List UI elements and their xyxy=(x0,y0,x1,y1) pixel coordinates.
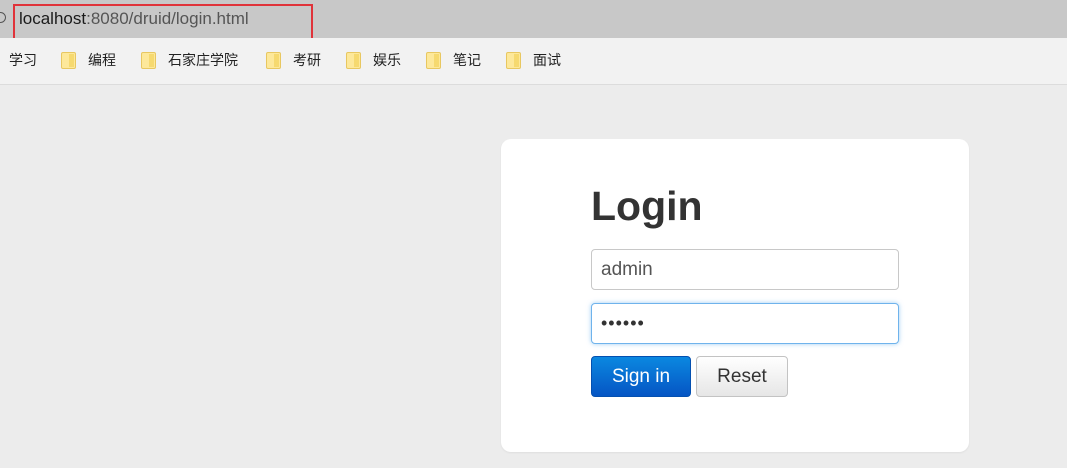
folder-icon xyxy=(141,52,156,69)
password-input[interactable]: •••••• xyxy=(591,303,899,344)
folder-icon xyxy=(346,52,361,69)
bookmark-entertainment[interactable]: 娱乐 xyxy=(373,52,401,70)
bookmark-study[interactable]: 学习 xyxy=(9,52,37,70)
login-card: Login admin •••••• Sign in Reset xyxy=(501,139,969,452)
sign-in-button[interactable]: Sign in xyxy=(591,356,691,397)
reset-button[interactable]: Reset xyxy=(696,356,788,397)
username-input[interactable]: admin xyxy=(591,249,899,290)
bookmark-interview[interactable]: 面试 xyxy=(533,52,561,70)
bookmark-college[interactable]: 石家庄学院 xyxy=(168,52,238,70)
folder-icon xyxy=(506,52,521,69)
folder-icon xyxy=(266,52,281,69)
folder-icon xyxy=(426,52,441,69)
bookmark-exam[interactable]: 考研 xyxy=(293,52,321,70)
reload-icon[interactable] xyxy=(0,12,6,23)
login-title: Login xyxy=(591,183,703,229)
bookmarks-bar: 学习 编程 石家庄学院 考研 娱乐 笔记 面试 xyxy=(0,38,1067,85)
folder-icon xyxy=(61,52,76,69)
bookmark-notes[interactable]: 笔记 xyxy=(453,52,481,70)
bookmark-programming[interactable]: 编程 xyxy=(88,52,116,70)
